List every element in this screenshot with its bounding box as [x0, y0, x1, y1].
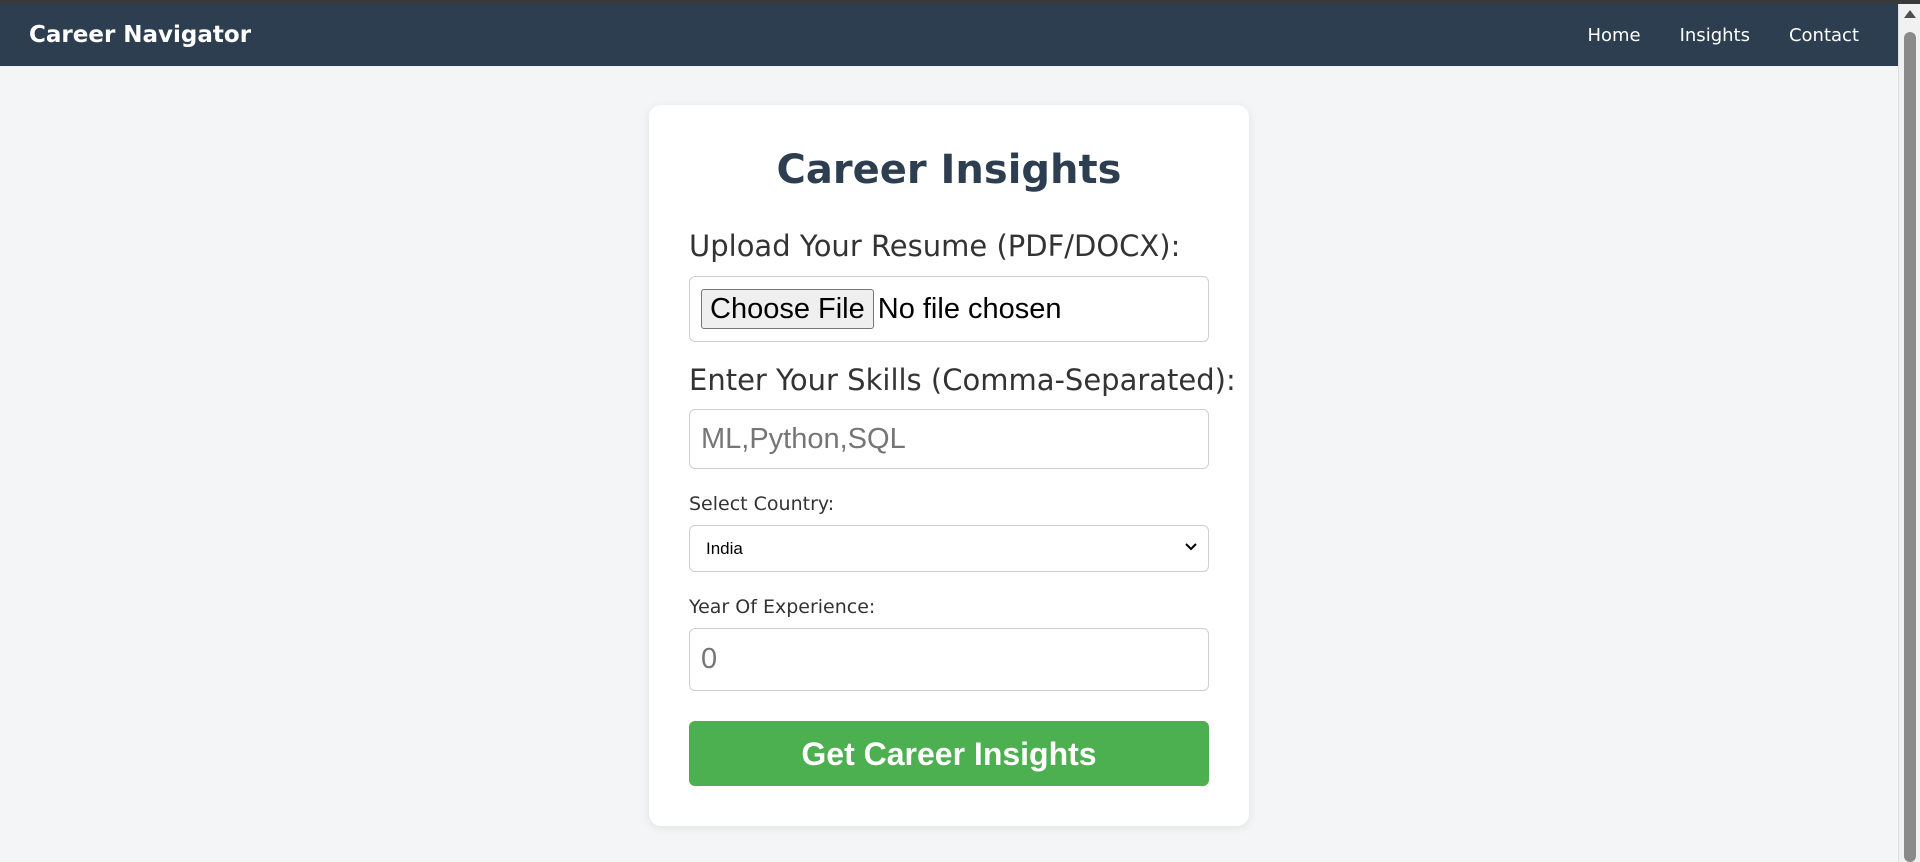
file-status-text: No file chosen [877, 292, 1062, 325]
nav-links: Home Insights Contact [1587, 4, 1859, 66]
country-label: Select Country: [689, 493, 835, 515]
experience-input[interactable] [689, 628, 1209, 691]
experience-label: Year Of Experience: [689, 596, 876, 618]
brand-logo-text[interactable]: Career Navigator [29, 4, 251, 66]
page-title: Career Insights [776, 147, 1122, 193]
skills-input[interactable] [689, 409, 1209, 469]
scrollbar-thumb[interactable] [1904, 32, 1916, 862]
chevron-down-icon [1185, 543, 1197, 551]
top-navbar: Career Navigator Home Insights Contact [0, 4, 1898, 66]
resume-upload-label: Upload Your Resume (PDF/DOCX): [689, 229, 1181, 263]
skills-label: Enter Your Skills (Comma-Separated): [689, 363, 1236, 397]
nav-link-home[interactable]: Home [1587, 25, 1640, 46]
get-career-insights-button[interactable]: Get Career Insights [689, 721, 1209, 786]
country-select[interactable]: India [689, 525, 1209, 572]
choose-file-button[interactable]: Choose File [701, 289, 874, 329]
resume-file-input[interactable]: Choose File No file chosen [689, 276, 1209, 342]
page-scrollbar[interactable] [1898, 4, 1920, 862]
nav-link-insights[interactable]: Insights [1680, 25, 1750, 46]
nav-link-contact[interactable]: Contact [1789, 25, 1859, 46]
career-insights-card: Career Insights Upload Your Resume (PDF/… [649, 105, 1249, 826]
arrow-up-icon[interactable] [1904, 10, 1916, 18]
country-selected-value: India [706, 539, 743, 558]
